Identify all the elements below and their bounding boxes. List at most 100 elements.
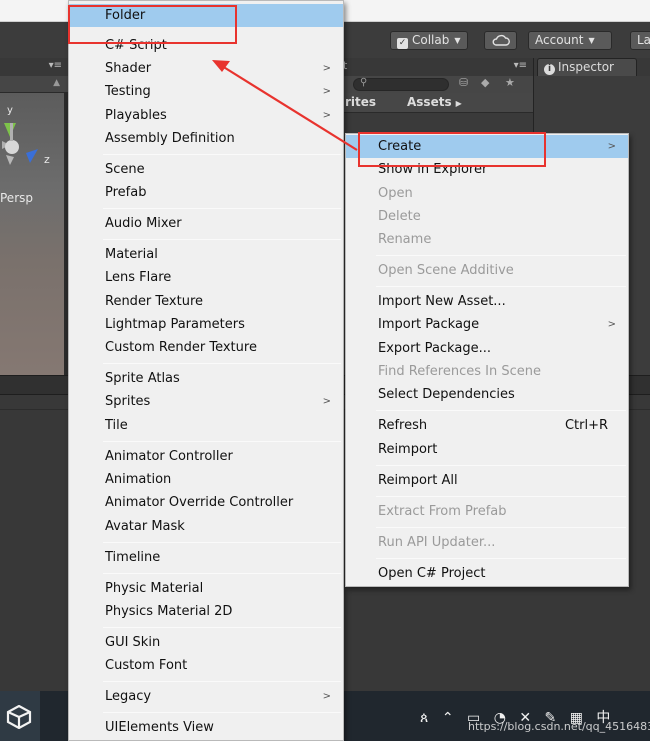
menu-item-open-csharp-project[interactable]: Open C# Project bbox=[346, 562, 628, 585]
info-icon: i bbox=[544, 64, 555, 75]
menu-separator bbox=[103, 542, 341, 543]
scene-view[interactable]: y z Persp bbox=[0, 93, 64, 375]
star-icon[interactable]: ★ bbox=[505, 76, 515, 89]
menu-separator bbox=[103, 627, 341, 628]
submenu-item-legacy[interactable]: Legacy > bbox=[69, 685, 343, 708]
submenu-item-animator-controller[interactable]: Animator Controller bbox=[69, 445, 343, 468]
menu-item-import-new-asset[interactable]: Import New Asset... bbox=[346, 290, 628, 313]
menu-separator bbox=[103, 573, 341, 574]
layers-button[interactable]: La bbox=[630, 31, 650, 50]
submenu-item-playables[interactable]: Playables > bbox=[69, 104, 343, 127]
project-search-row: ⚲ ⛁ ◆ ★ bbox=[343, 76, 533, 93]
filter-label-icon[interactable]: ◆ bbox=[481, 76, 489, 89]
menu-separator bbox=[376, 410, 626, 411]
submenu-item-gui-skin[interactable]: GUI Skin bbox=[69, 631, 343, 654]
chevron-right-icon: > bbox=[607, 141, 616, 152]
submenu-item-sprites[interactable]: Sprites > bbox=[69, 390, 343, 413]
submenu-item-render-texture[interactable]: Render Texture bbox=[69, 290, 343, 313]
menu-item-find-references-in-scene[interactable]: Find References In Scene bbox=[346, 360, 628, 383]
submenu-item-physics-material-2d[interactable]: Physics Material 2D bbox=[69, 600, 343, 623]
check-icon: ✓ bbox=[397, 38, 408, 49]
filter-type-icon[interactable]: ⛁ bbox=[459, 76, 468, 89]
favorites-header[interactable]: rites bbox=[345, 95, 376, 109]
chevron-up-icon[interactable]: ⌃ bbox=[442, 710, 454, 726]
tab-menu-icon[interactable]: ▾≡ bbox=[514, 60, 527, 71]
menu-item-export-package[interactable]: Export Package... bbox=[346, 337, 628, 360]
assets-breadcrumb[interactable]: Assets ▶ bbox=[407, 95, 462, 109]
collab-button[interactable]: ✓ Collab ▼ bbox=[390, 31, 468, 50]
menu-separator bbox=[103, 363, 341, 364]
scene-tab-bar: ▾≡ bbox=[0, 58, 68, 76]
chevron-right-icon: > bbox=[607, 319, 616, 330]
chevron-right-icon: > bbox=[322, 86, 331, 97]
menu-item-delete[interactable]: Delete bbox=[346, 205, 628, 228]
scene-tool-row: ▲ bbox=[0, 76, 68, 93]
submenu-item-sprite-atlas[interactable]: Sprite Atlas bbox=[69, 367, 343, 390]
annotation-box-create bbox=[358, 132, 546, 167]
tab-inspector[interactable]: i Inspector bbox=[537, 58, 637, 76]
menu-separator bbox=[376, 496, 626, 497]
axis-gizmo-icon[interactable]: y z bbox=[0, 101, 64, 181]
submenu-item-lens-flare[interactable]: Lens Flare bbox=[69, 266, 343, 289]
cloud-icon bbox=[492, 34, 510, 46]
chevron-right-icon: > bbox=[322, 691, 331, 702]
submenu-item-material[interactable]: Material bbox=[69, 243, 343, 266]
submenu-item-avatar-mask[interactable]: Avatar Mask bbox=[69, 515, 343, 538]
assets-context-menu: Create > Show in Explorer Open Delete Ren… bbox=[345, 133, 629, 587]
chevron-right-icon: ▶ bbox=[455, 99, 462, 108]
project-tab-bar: t ▾≡ bbox=[343, 58, 533, 76]
tab-menu-icon[interactable]: ▾≡ bbox=[49, 60, 62, 71]
submenu-item-animator-override-controller[interactable]: Animator Override Controller bbox=[69, 491, 343, 514]
menu-item-reimport-all[interactable]: Reimport All bbox=[346, 469, 628, 492]
submenu-item-audio-mixer[interactable]: Audio Mixer bbox=[69, 212, 343, 235]
create-submenu: Folder C# Script Shader > Testing > Playab… bbox=[68, 0, 344, 741]
submenu-item-uielements-view[interactable]: UIElements View bbox=[69, 716, 343, 739]
menu-item-extract-from-prefab[interactable]: Extract From Prefab bbox=[346, 500, 628, 523]
menu-item-import-package[interactable]: Import Package > bbox=[346, 313, 628, 336]
submenu-item-physic-material[interactable]: Physic Material bbox=[69, 577, 343, 600]
submenu-item-custom-font[interactable]: Custom Font bbox=[69, 654, 343, 677]
menu-item-open-scene-additive[interactable]: Open Scene Additive bbox=[346, 259, 628, 282]
unity-taskbar-button[interactable] bbox=[0, 691, 40, 741]
menu-separator bbox=[103, 712, 341, 713]
submenu-item-tile[interactable]: Tile bbox=[69, 414, 343, 437]
people-icon[interactable]: ጰ bbox=[420, 710, 428, 726]
submenu-item-scene[interactable]: Scene bbox=[69, 158, 343, 181]
menu-separator bbox=[103, 208, 341, 209]
chevron-down-icon: ▼ bbox=[454, 36, 461, 45]
menu-item-refresh[interactable]: Refresh Ctrl+R bbox=[346, 414, 628, 437]
search-icon: ⚲ bbox=[360, 77, 368, 88]
menu-separator bbox=[103, 681, 341, 682]
account-button[interactable]: Account ▼ bbox=[528, 31, 612, 50]
lock-icon[interactable]: ▲ bbox=[53, 78, 60, 88]
menu-separator bbox=[376, 255, 626, 256]
menu-separator bbox=[376, 527, 626, 528]
menu-item-run-api-updater[interactable]: Run API Updater... bbox=[346, 531, 628, 554]
menu-separator bbox=[103, 441, 341, 442]
project-search-input[interactable]: ⚲ bbox=[353, 77, 449, 91]
persp-label[interactable]: Persp bbox=[0, 191, 33, 205]
menu-separator bbox=[376, 558, 626, 559]
gizmo-y-label: y bbox=[7, 105, 13, 116]
cloud-button[interactable] bbox=[484, 31, 517, 50]
project-header: rites Assets ▶ bbox=[343, 93, 533, 113]
chevron-right-icon: > bbox=[322, 63, 331, 74]
submenu-item-custom-render-texture[interactable]: Custom Render Texture bbox=[69, 336, 343, 359]
submenu-item-timeline[interactable]: Timeline bbox=[69, 546, 343, 569]
annotation-box-folder bbox=[68, 5, 237, 44]
chevron-down-icon: ▼ bbox=[588, 36, 595, 45]
submenu-item-shader[interactable]: Shader > bbox=[69, 57, 343, 80]
menu-separator bbox=[376, 465, 626, 466]
submenu-item-prefab[interactable]: Prefab bbox=[69, 181, 343, 204]
menu-item-open[interactable]: Open bbox=[346, 182, 628, 205]
submenu-item-lightmap-parameters[interactable]: Lightmap Parameters bbox=[69, 313, 343, 336]
menu-item-rename[interactable]: Rename bbox=[346, 228, 628, 251]
menu-separator bbox=[376, 286, 626, 287]
submenu-item-assembly-definition[interactable]: Assembly Definition bbox=[69, 127, 343, 150]
submenu-item-animation[interactable]: Animation bbox=[69, 468, 343, 491]
submenu-item-testing[interactable]: Testing > bbox=[69, 80, 343, 103]
shortcut-label: Ctrl+R bbox=[564, 418, 608, 433]
menu-item-select-dependencies[interactable]: Select Dependencies bbox=[346, 383, 628, 406]
menu-item-reimport[interactable]: Reimport bbox=[346, 438, 628, 461]
menu-separator bbox=[103, 154, 341, 155]
